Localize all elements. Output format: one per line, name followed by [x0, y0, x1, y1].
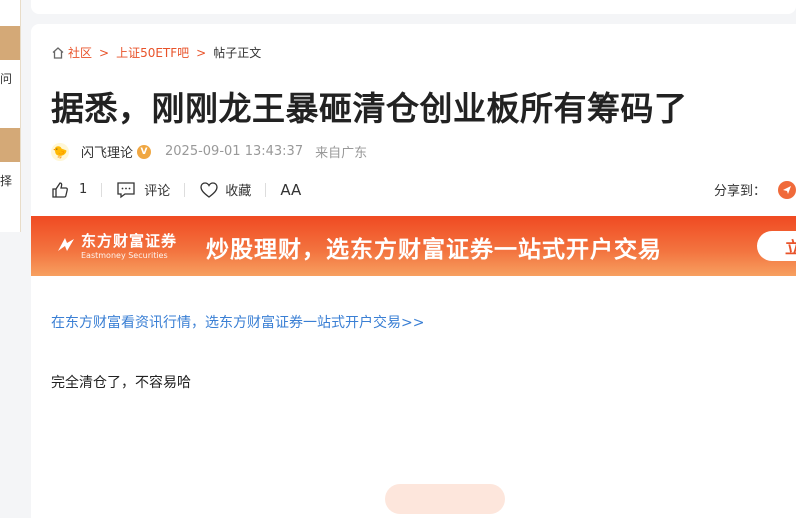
thumbs-up-icon: [52, 181, 68, 198]
left-text-2: 择: [0, 174, 13, 188]
favorite-button[interactable]: 收藏: [199, 180, 251, 199]
share-bar: 分享到：: [714, 180, 796, 199]
breadcrumb-current: 帖子正文: [213, 46, 262, 60]
home-icon: [52, 46, 64, 59]
verified-badge: V: [137, 144, 152, 159]
breadcrumb-home[interactable]: 社区: [68, 44, 92, 61]
favorite-label: 收藏: [225, 184, 252, 199]
comment-label: 评论: [144, 184, 171, 199]
brand-name-en: Eastmoney Securities: [81, 251, 168, 260]
banner-slogan: 炒股理财，选东方财富证券一站式开户交易: [206, 237, 662, 263]
comment-button[interactable]: 评论: [116, 180, 170, 199]
comment-icon: [117, 181, 135, 198]
author-name[interactable]: 闪飞理论: [81, 142, 133, 161]
eastmoney-logo-icon: [58, 238, 74, 251]
post-meta: 🐤 闪飞理论 V 2025-09-01 13:43:37 来自广东: [51, 142, 367, 161]
like-count: 1: [79, 182, 88, 197]
left-text-1: 问: [0, 72, 13, 86]
banner-cta-button[interactable]: 立: [757, 231, 796, 261]
post-card: 社区 > 上证50ETF吧 > 帖子正文 据悉，刚刚龙王暴砸清仓创业板所有筹码了…: [31, 24, 796, 518]
divider: [184, 182, 186, 197]
font-size-button[interactable]: AA: [280, 181, 301, 199]
post-location: 来自广东: [315, 146, 368, 161]
top-card: [31, 0, 796, 14]
share-label: 分享到：: [713, 184, 766, 199]
paper-plane-icon: [783, 185, 791, 194]
divider: [101, 182, 103, 197]
left-side-panel: 问 择: [0, 0, 21, 232]
breadcrumb-forum[interactable]: 上证50ETF吧: [116, 44, 189, 61]
heart-icon: [200, 181, 218, 198]
promo-link[interactable]: 在东方财富看资讯行情，选东方财富证券一站式开户交易>>: [51, 312, 424, 332]
share-app-icon[interactable]: [778, 180, 796, 199]
like-button[interactable]: 1: [51, 181, 87, 199]
chevron-right-icon: >: [196, 45, 207, 60]
left-tab-1[interactable]: [0, 26, 20, 60]
banner-brand: 东方财富证券 Eastmoney Securities: [55, 230, 177, 260]
bottom-floating-button[interactable]: [385, 484, 505, 514]
chevron-right-icon: >: [99, 45, 110, 60]
post-title: 据悉，刚刚龙王暴砸清仓创业板所有筹码了: [51, 89, 688, 128]
post-content: 完全清仓了，不容易哈: [51, 375, 191, 391]
post-datetime: 2025-09-01 13:43:37: [165, 144, 304, 159]
action-bar: 1 评论 收藏 AA 分享到：: [51, 180, 796, 199]
brand-name-cn: 东方财富证券: [81, 232, 178, 250]
ad-banner[interactable]: 东方财富证券 Eastmoney Securities 炒股理财，选东方财富证券…: [31, 216, 796, 276]
avatar[interactable]: 🐤: [51, 142, 69, 161]
font-size-label: AA: [280, 180, 302, 199]
left-tab-2[interactable]: [0, 128, 20, 162]
divider: [265, 182, 267, 197]
breadcrumb: 社区 > 上证50ETF吧 > 帖子正文: [51, 44, 261, 61]
